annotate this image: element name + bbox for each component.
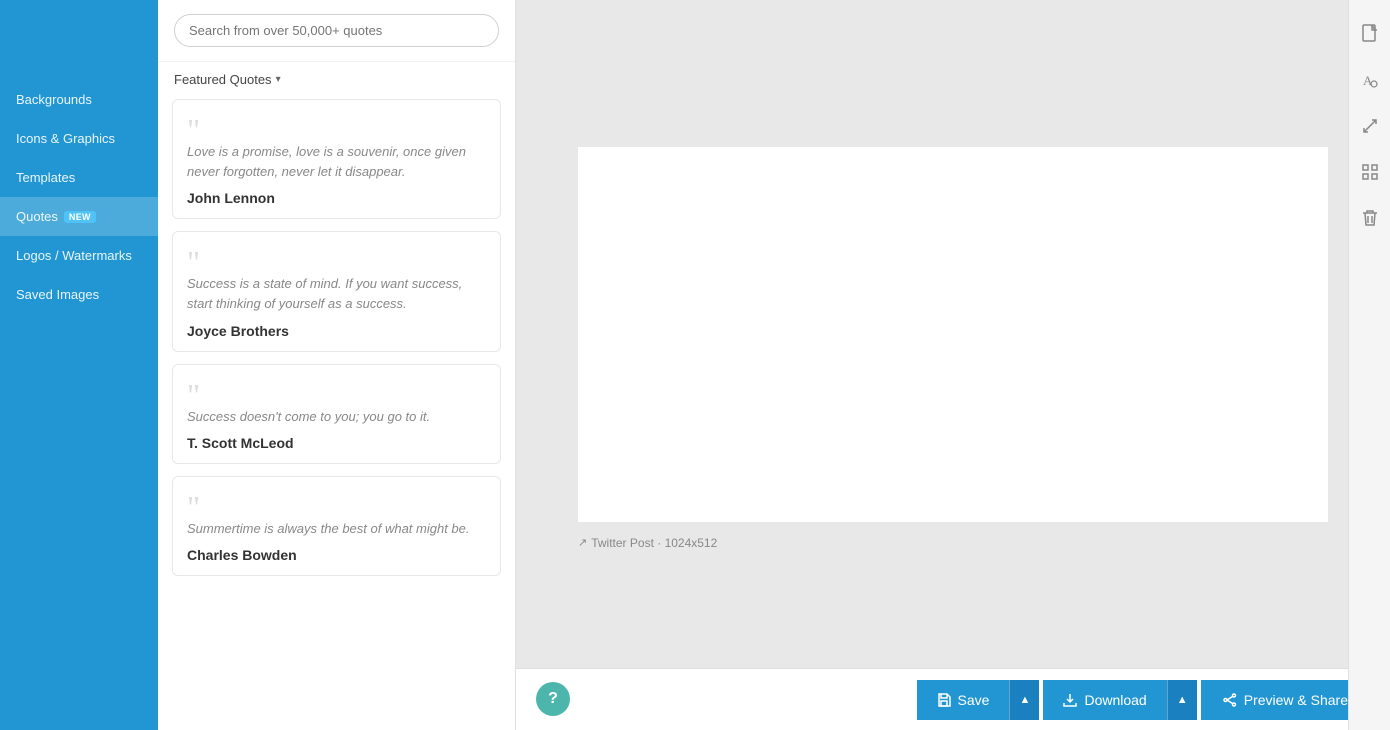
sidebar-item-label: Icons & Graphics (16, 131, 115, 146)
sidebar-item-logos-watermarks[interactable]: Logos / Watermarks (0, 236, 158, 275)
quotes-list: " Love is a promise, love is a souvenir,… (158, 95, 515, 730)
quote-author-4: Charles Bowden (187, 547, 486, 563)
canvas-size-label: Twitter Post · 1024x512 (591, 536, 717, 550)
text-tool-icon[interactable]: A (1356, 66, 1384, 94)
save-button-group: Save ▲ (917, 680, 1040, 720)
download-label: Download (1084, 692, 1146, 708)
delete-tool-icon[interactable] (1356, 204, 1384, 232)
sidebar-item-saved-images[interactable]: Saved Images (0, 275, 158, 314)
middle-panel: Featured Quotes ▾ " Love is a promise, l… (158, 0, 516, 730)
resize-tool-icon[interactable] (1356, 112, 1384, 140)
sidebar-item-icons-graphics[interactable]: Icons & Graphics (0, 119, 158, 158)
sidebar-item-label: Templates (16, 170, 75, 185)
save-icon (937, 693, 951, 707)
expand-icon: ↗ (578, 536, 587, 549)
sidebar-item-quotes[interactable]: Quotes NEW (0, 197, 158, 236)
help-icon: ? (548, 690, 558, 708)
save-arrow-button[interactable]: ▲ (1009, 680, 1039, 720)
quote-text-2: Success is a state of mind. If you want … (187, 274, 486, 314)
quote-card-4[interactable]: " Summertime is always the best of what … (172, 476, 501, 576)
sidebar-item-label: Quotes (16, 209, 58, 224)
download-arrow-icon: ▲ (1177, 694, 1188, 706)
canvas-label: ↗ Twitter Post · 1024x512 (578, 536, 717, 550)
download-icon (1063, 693, 1077, 707)
preview-share-label: Preview & Share (1244, 692, 1348, 708)
canvas-container: ↗ Twitter Post · 1024x512 (516, 0, 1390, 668)
save-button[interactable]: Save (917, 680, 1010, 720)
quote-author-3: T. Scott McLeod (187, 435, 486, 451)
help-button[interactable]: ? (536, 682, 570, 716)
quote-text-4: Summertime is always the best of what mi… (187, 519, 486, 539)
save-arrow-icon: ▲ (1020, 694, 1031, 706)
search-bar-container (158, 0, 515, 62)
grid-tool-icon[interactable] (1356, 158, 1384, 186)
sidebar-item-label: Backgrounds (16, 92, 92, 107)
download-button[interactable]: Download (1043, 680, 1166, 720)
quote-author-2: Joyce Brothers (187, 323, 486, 339)
chevron-down-icon: ▾ (276, 74, 281, 85)
quote-card-3[interactable]: " Success doesn't come to you; you go to… (172, 364, 501, 464)
download-arrow-button[interactable]: ▲ (1167, 680, 1197, 720)
quote-author-1: John Lennon (187, 190, 486, 206)
sidebar-item-label: Saved Images (16, 287, 99, 302)
save-label: Save (958, 692, 990, 708)
sidebar-item-templates[interactable]: Templates (0, 158, 158, 197)
canvas-frame (578, 147, 1328, 522)
quote-card-1[interactable]: " Love is a promise, love is a souvenir,… (172, 99, 501, 219)
preview-share-button[interactable]: Preview & Share (1201, 680, 1370, 720)
download-button-group: Download ▲ (1043, 680, 1196, 720)
quote-text-3: Success doesn't come to you; you go to i… (187, 407, 486, 427)
new-badge: NEW (64, 211, 96, 223)
search-input[interactable] (174, 14, 499, 47)
quote-card-2[interactable]: " Success is a state of mind. If you wan… (172, 231, 501, 351)
page-tool-icon[interactable] (1356, 20, 1384, 48)
bottom-bar: ? Save ▲ Download (516, 668, 1390, 730)
main-area: ↗ Twitter Post · 1024x512 A (516, 0, 1390, 730)
share-icon (1223, 693, 1237, 707)
section-header[interactable]: Featured Quotes ▾ (158, 62, 515, 95)
featured-quotes-label: Featured Quotes (174, 72, 272, 87)
sidebar-item-backgrounds[interactable]: Backgrounds (0, 80, 158, 119)
sidebar-item-label: Logos / Watermarks (16, 248, 132, 263)
quote-text-1: Love is a promise, love is a souvenir, o… (187, 142, 486, 182)
right-toolbar: A (1348, 0, 1390, 730)
sidebar: Backgrounds Icons & Graphics Templates Q… (0, 0, 158, 730)
